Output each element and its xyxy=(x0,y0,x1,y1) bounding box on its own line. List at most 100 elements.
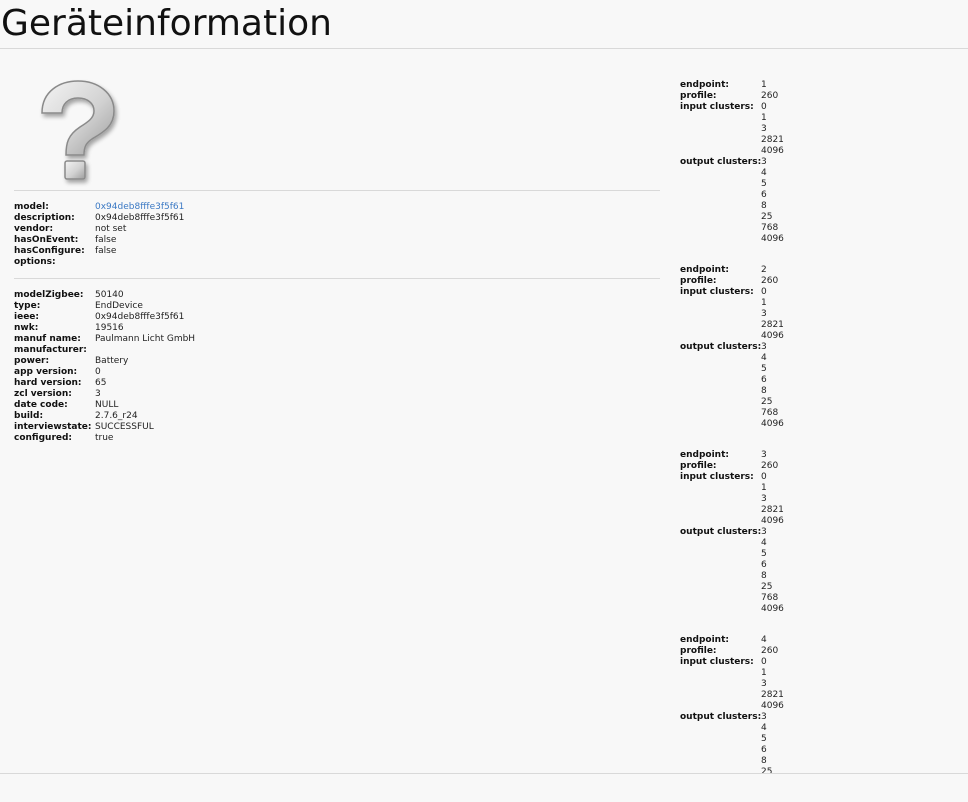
zigbee-row-datecode: date code: NULL xyxy=(14,400,195,411)
endpoint-label: input clusters: xyxy=(680,657,754,667)
divider xyxy=(14,278,660,279)
endpoint-row: endpoint: 4 xyxy=(680,635,960,646)
cluster-id: 3 xyxy=(761,309,767,319)
cluster-id: 8 xyxy=(761,201,767,211)
endpoint-label: output clusters: xyxy=(680,712,762,722)
input-clusters-row: input clusters: 0 1 3 2821 4096 xyxy=(680,472,960,527)
endpoint-label: endpoint: xyxy=(680,450,729,460)
endpoint-label: profile: xyxy=(680,646,717,656)
cluster-id: 0 xyxy=(761,102,767,112)
endpoint-label: output clusters: xyxy=(680,157,762,167)
cluster-list: 0 1 3 2821 4096 xyxy=(761,472,784,527)
endpoint-label: profile: xyxy=(680,461,717,471)
property-label: manufacturer: xyxy=(14,345,87,355)
cluster-id: 2821 xyxy=(761,135,784,145)
property-label: power: xyxy=(14,356,50,366)
cluster-id: 3 xyxy=(761,494,767,504)
property-label: description: xyxy=(14,213,75,223)
cluster-id: 4096 xyxy=(761,516,784,526)
output-clusters-row: output clusters:34568257684096 xyxy=(680,712,960,773)
property-value: 0x94deb8fffe3f5f61 xyxy=(95,213,185,223)
cluster-id: 5 xyxy=(761,549,767,559)
property-value: Paulmann Licht GmbH xyxy=(95,334,196,344)
property-value: false xyxy=(95,235,117,245)
zigbee-row-type: type: EndDevice xyxy=(14,301,195,312)
endpoint-block: endpoint: 4 profile: 260 input clusters: 0 1 3 2… xyxy=(680,635,960,773)
cluster-id: 8 xyxy=(761,386,767,396)
property-row-options: options: xyxy=(14,257,184,268)
endpoint-block: endpoint: 1 profile: 260 input clusters: 0 1 3 2… xyxy=(680,80,960,245)
cluster-id: 768 xyxy=(761,408,779,418)
endpoint-value: 260 xyxy=(761,91,779,101)
cluster-id: 2821 xyxy=(761,690,784,700)
page-header: Geräteinformation xyxy=(0,0,968,49)
endpoint-value: 260 xyxy=(761,276,779,286)
cluster-list: 0 1 3 2821 4096 xyxy=(761,102,784,157)
property-value: NULL xyxy=(95,400,119,410)
profile-row: profile: 260 xyxy=(680,646,960,657)
cluster-list: 0 1 3 2821 4096 xyxy=(761,287,784,342)
property-value: 2.7.6_r24 xyxy=(95,411,138,421)
endpoint-label: endpoint: xyxy=(680,265,729,275)
cluster-id: 1 xyxy=(761,483,767,493)
cluster-id: 768 xyxy=(761,593,779,603)
property-value: EndDevice xyxy=(95,301,143,311)
page-title: Geräteinformation xyxy=(1,3,332,44)
divider xyxy=(14,190,660,191)
cluster-list: 34568257684096 xyxy=(761,712,784,773)
cluster-id: 2821 xyxy=(761,320,784,330)
cluster-id: 1 xyxy=(761,298,767,308)
cluster-id: 5 xyxy=(761,179,767,189)
property-row-description: description: 0x94deb8fffe3f5f61 xyxy=(14,213,184,224)
endpoint-value: 260 xyxy=(761,646,779,656)
zigbee-row-modelzigbee: modelZigbee: 50140 xyxy=(14,290,195,301)
cluster-id: 6 xyxy=(761,190,767,200)
endpoint-label: output clusters: xyxy=(680,527,762,537)
property-value: 0x94deb8fffe3f5f61 xyxy=(95,312,185,322)
cluster-id: 25 xyxy=(761,582,773,592)
cluster-id: 4 xyxy=(761,723,767,733)
zigbee-row-build: build: 2.7.6_r24 xyxy=(14,411,195,422)
cluster-id: 0 xyxy=(761,657,767,667)
output-clusters-row: output clusters:34568257684096 xyxy=(680,342,960,430)
cluster-list: 34568257684096 xyxy=(761,157,784,245)
cluster-id: 25 xyxy=(761,212,773,222)
zigbee-row-appversion: app version: 0 xyxy=(14,367,195,378)
property-label: vendor: xyxy=(14,224,54,234)
output-clusters-row: output clusters:34568257684096 xyxy=(680,157,960,245)
endpoint-value: 2 xyxy=(761,265,767,275)
cluster-id: 5 xyxy=(761,734,767,744)
property-value: Battery xyxy=(95,356,129,366)
cluster-id: 3 xyxy=(761,124,767,134)
cluster-list: 34568257684096 xyxy=(761,342,784,430)
zigbee-row-configured: configured: true xyxy=(14,433,195,444)
endpoint-row: endpoint: 3 xyxy=(680,450,960,461)
endpoints-list: endpoint: 1 profile: 260 input clusters: 0 1 3 2… xyxy=(680,80,960,773)
cluster-id: 1 xyxy=(761,668,767,678)
property-row-vendor: vendor: not set xyxy=(14,224,184,235)
input-clusters-row: input clusters: 0 1 3 2821 4096 xyxy=(680,657,960,712)
zigbee-row-ieee: ieee: 0x94deb8fffe3f5f61 xyxy=(14,312,195,323)
property-label: nwk: xyxy=(14,323,39,333)
cluster-id: 4096 xyxy=(761,331,784,341)
cluster-id: 6 xyxy=(761,560,767,570)
cluster-id: 0 xyxy=(761,472,767,482)
endpoint-label: endpoint: xyxy=(680,80,729,90)
endpoint-label: endpoint: xyxy=(680,635,729,645)
cluster-id: 4096 xyxy=(761,234,784,244)
endpoint-row: endpoint: 2 xyxy=(680,265,960,276)
output-clusters-row: output clusters:34568257684096 xyxy=(680,527,960,615)
profile-row: profile: 260 xyxy=(680,461,960,472)
endpoint-value: 4 xyxy=(761,635,767,645)
zigbee-row-manufname: manuf name: Paulmann Licht GmbH xyxy=(14,334,195,345)
property-value: 19516 xyxy=(95,323,124,333)
cluster-id: 768 xyxy=(761,223,779,233)
property-label: app version: xyxy=(14,367,78,377)
property-label: hasOnEvent: xyxy=(14,235,79,245)
property-value: not set xyxy=(95,224,127,234)
profile-row: profile: 260 xyxy=(680,91,960,102)
model-link[interactable]: 0x94deb8fffe3f5f61 xyxy=(95,202,184,213)
property-label: ieee: xyxy=(14,312,39,322)
property-label: interviewstate: xyxy=(14,422,92,432)
endpoint-value: 1 xyxy=(761,80,767,90)
